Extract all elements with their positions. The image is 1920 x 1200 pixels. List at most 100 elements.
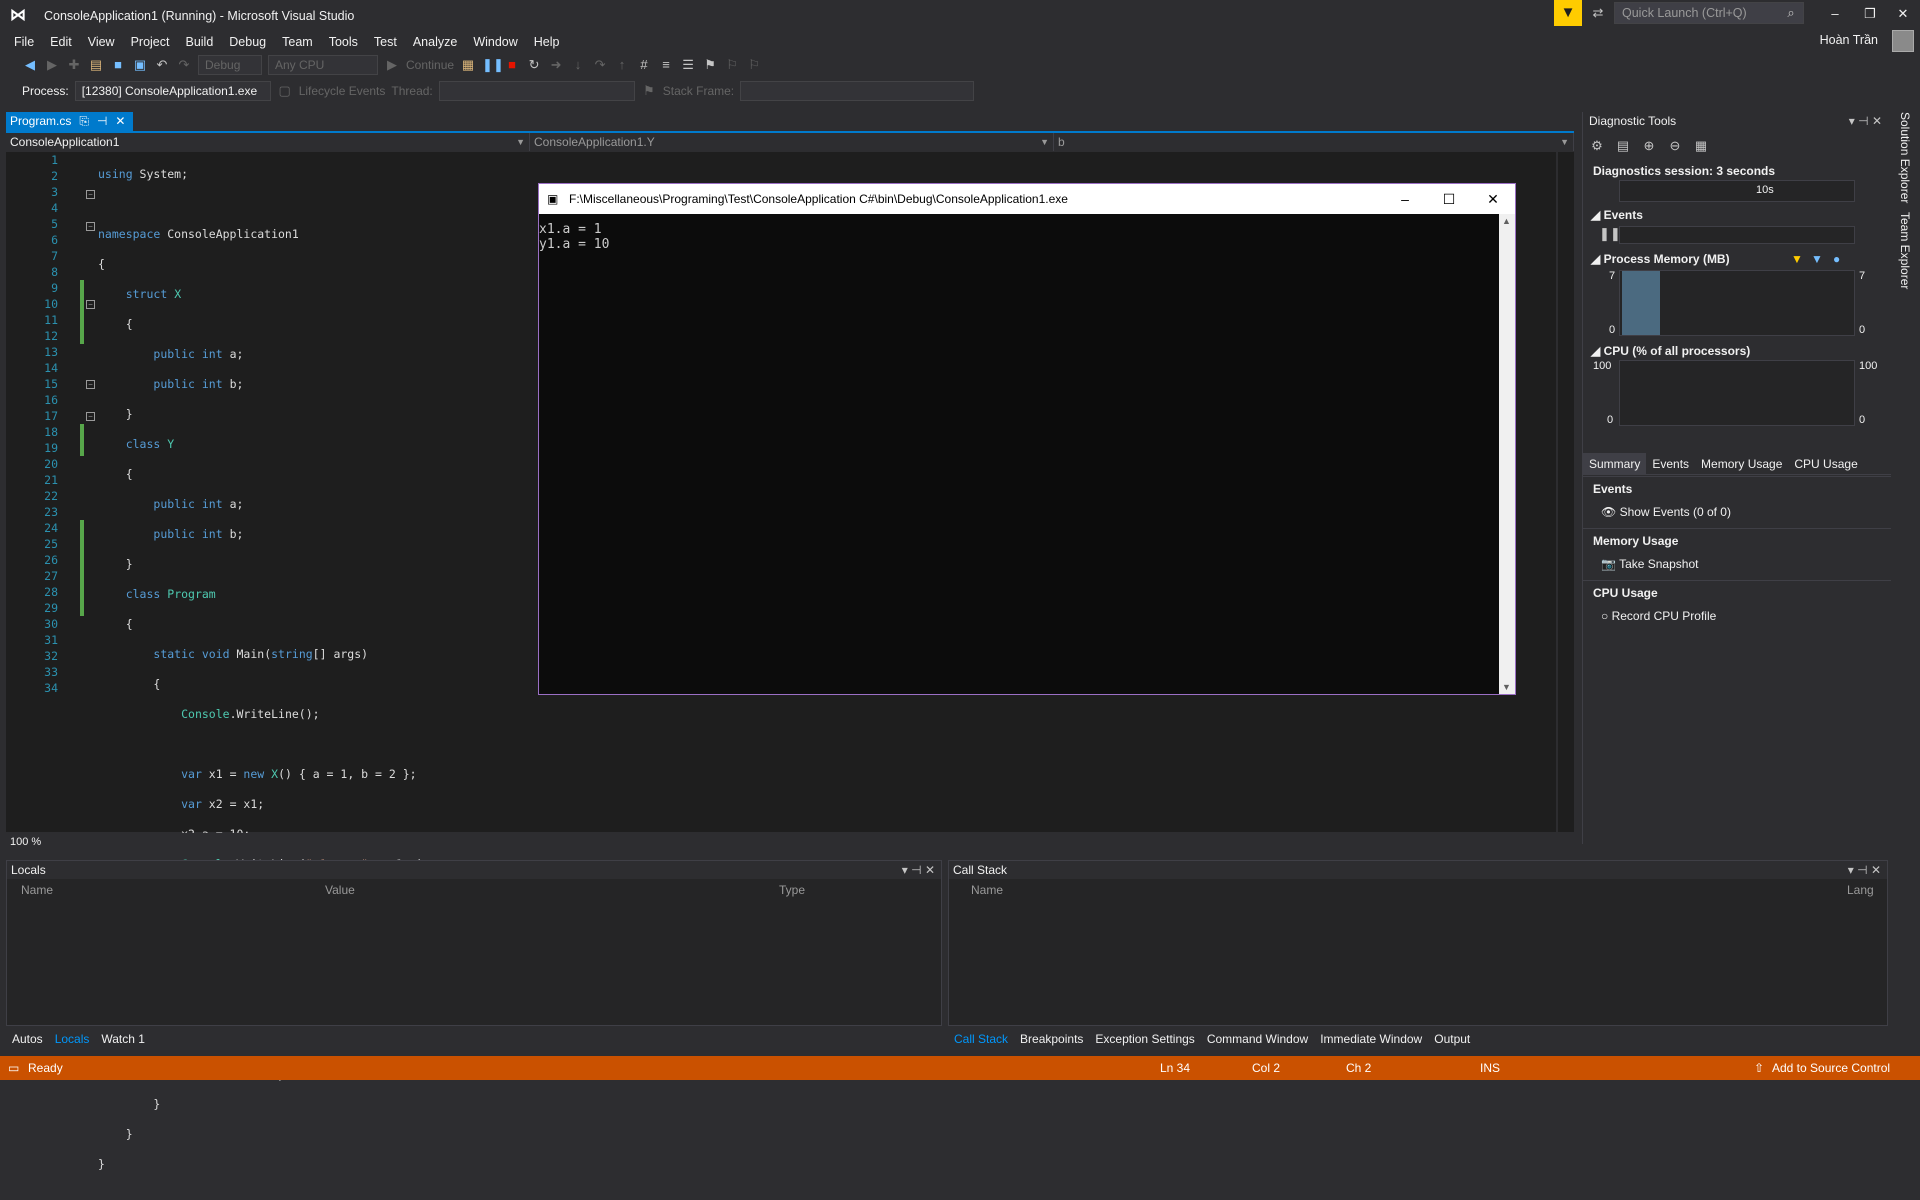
restart-icon[interactable]: ↻ [526,57,542,73]
zoom-in-icon[interactable]: ⊕ [1641,138,1657,154]
platform-select[interactable]: Any CPU [268,55,378,75]
step-out-icon[interactable]: ↑ [614,57,630,73]
locals-col-value[interactable]: Value [325,883,355,897]
save-all-icon[interactable]: ▣ [132,57,148,73]
zoom-out-icon[interactable]: ⊖ [1667,138,1683,154]
flag-thread-icon[interactable]: ⚑ [641,83,657,99]
tab-locals[interactable]: Locals [49,1028,96,1050]
select-tools-icon[interactable]: ▤ [1615,138,1631,154]
tab-exception-settings[interactable]: Exception Settings [1089,1028,1200,1050]
scroll-up-icon[interactable]: ▲ [1502,216,1511,226]
tab-output[interactable]: Output [1428,1028,1476,1050]
menu-tools[interactable]: Tools [321,32,366,52]
tab-watch-1[interactable]: Watch 1 [95,1028,151,1050]
pin-icon[interactable]: ⊣ [97,112,107,131]
user-name[interactable]: Hoàn Trần [1820,33,1878,47]
hex-display-icon[interactable]: # [636,57,652,73]
collapse-icon[interactable]: − [86,380,95,389]
browser-link-icon[interactable]: ▦ [460,57,476,73]
collapse-icon[interactable]: − [86,190,95,199]
console-title-bar[interactable]: ▣ F:\Miscellaneous\Programing\Test\Conso… [539,184,1515,214]
menu-analyze[interactable]: Analyze [405,32,465,52]
menu-debug[interactable]: Debug [221,32,274,52]
tab-immediate-window[interactable]: Immediate Window [1314,1028,1428,1050]
tab-cpu-usage[interactable]: CPU Usage [1788,453,1863,474]
show-events-link[interactable]: 👁 Show Events (0 of 0) [1601,502,1731,522]
menu-window[interactable]: Window [465,32,525,52]
prev-bookmark-icon[interactable]: ⚐ [724,57,740,73]
tab-events[interactable]: Events [1646,453,1695,474]
step-over-icon[interactable]: ↷ [592,57,608,73]
panel-close-icon[interactable]: ▾ ⊣ ✕ [1849,114,1882,128]
add-to-source-control-button[interactable]: Add to Source Control [1772,1056,1890,1080]
console-minimize-button[interactable]: – [1383,184,1427,214]
menu-test[interactable]: Test [366,32,405,52]
new-project-icon[interactable]: ✚ [66,57,82,73]
redo-icon[interactable]: ↷ [176,57,192,73]
console-close-button[interactable]: ✕ [1471,184,1515,214]
console-scrollbar[interactable]: ▲ ▼ [1499,214,1515,694]
step-into-icon[interactable]: ↓ [570,57,586,73]
call-stack-col-lang[interactable]: Lang [1847,883,1874,897]
memory-section-header[interactable]: ◢ Process Memory (MB) [1591,252,1730,266]
tab-breakpoints[interactable]: Breakpoints [1014,1028,1089,1050]
menu-view[interactable]: View [80,32,123,52]
keep-tab-open-icon[interactable]: ⎘ [79,112,89,131]
menu-project[interactable]: Project [123,32,178,52]
member-dropdown[interactable]: b ▼ [1054,133,1574,151]
lifecycle-events-dropdown[interactable]: Lifecycle Events [299,84,386,98]
call-stack-col-name[interactable]: Name [971,883,1003,897]
cpu-section-header[interactable]: ◢ CPU (% of all processors) [1591,344,1750,358]
thread-select[interactable] [438,81,635,101]
stop-debugging-icon[interactable]: ■ [504,57,520,73]
tab-program-cs[interactable]: Program.cs ⎘ ⊣ ✕ [6,112,134,131]
save-icon[interactable]: ■ [110,57,126,73]
editor-vertical-scrollbar[interactable] [1558,152,1574,832]
menu-help[interactable]: Help [526,32,568,52]
project-dropdown[interactable]: ConsoleApplication1 ▼ [6,133,530,151]
format-icon[interactable]: ≡ [658,57,674,73]
process-select[interactable]: [12380] ConsoleApplication1.exe [74,81,271,101]
reset-view-icon[interactable]: ▦ [1693,138,1709,154]
settings-icon[interactable]: ⚙ [1589,138,1605,154]
next-bookmark-icon[interactable]: ⚐ [746,57,762,73]
collapse-icon[interactable]: − [86,412,95,421]
locals-window-controls-icon[interactable]: ▾ ⊣ ✕ [902,861,935,879]
record-cpu-profile-button[interactable]: ○ Record CPU Profile [1601,606,1716,626]
show-next-statement-icon[interactable]: ➜ [548,57,564,73]
events-section-header[interactable]: ◢ Events [1591,208,1643,222]
menu-team[interactable]: Team [274,32,321,52]
back-icon[interactable]: ◀ [22,57,38,73]
continue-button[interactable]: Continue [406,58,454,72]
open-file-icon[interactable]: ▤ [88,57,104,73]
solution-config-select[interactable]: Debug [198,55,262,75]
zoom-select[interactable]: 100 % [10,836,41,848]
tab-memory-usage[interactable]: Memory Usage [1695,453,1788,474]
menu-edit[interactable]: Edit [42,32,80,52]
continue-icon[interactable]: ▶ [384,57,400,73]
take-snapshot-button[interactable]: 📷 Take Snapshot [1601,554,1698,574]
call-stack-window-controls-icon[interactable]: ▾ ⊣ ✕ [1848,861,1881,879]
notifications-icon[interactable]: ⇄ [1590,5,1606,21]
collapse-icon[interactable]: − [86,300,95,309]
stack-frame-select[interactable] [740,81,975,101]
team-explorer-tab[interactable]: Team Explorer [1898,212,1912,289]
tab-command-window[interactable]: Command Window [1201,1028,1314,1050]
tab-summary[interactable]: Summary [1583,453,1647,474]
minimize-button[interactable]: – [1820,4,1850,24]
locals-col-type[interactable]: Type [779,883,805,897]
close-tab-icon[interactable]: ✕ [115,112,125,131]
tab-autos[interactable]: Autos [6,1028,49,1050]
quick-launch-input[interactable]: Quick Launch (Ctrl+Q) ⌕ [1614,2,1804,24]
bookmark-icon[interactable]: ⚑ [702,57,718,73]
menu-file[interactable]: File [6,32,42,52]
forward-icon[interactable]: ▶ [44,57,60,73]
tab-call-stack[interactable]: Call Stack [948,1028,1014,1050]
locals-col-name[interactable]: Name [21,883,53,897]
console-maximize-button[interactable]: ☐ [1427,184,1471,214]
pause-icon[interactable]: ❚❚ [1599,226,1621,242]
restore-button[interactable]: ❐ [1855,4,1885,24]
scroll-down-icon[interactable]: ▼ [1502,682,1511,692]
console-window[interactable]: ▣ F:\Miscellaneous\Programing\Test\Conso… [538,183,1516,695]
menu-build[interactable]: Build [177,32,221,52]
